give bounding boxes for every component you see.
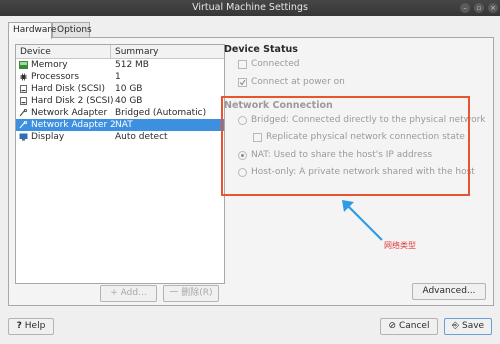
- device-name: Memory: [31, 60, 68, 70]
- device-summary: 512 MB: [115, 60, 149, 70]
- processor-icon: [20, 73, 27, 81]
- display-icon: [19, 133, 28, 141]
- window-title: Virtual Machine Settings: [192, 2, 308, 13]
- memory-icon: [19, 61, 28, 69]
- device-summary: Bridged (Automatic): [115, 108, 207, 118]
- add-device-button[interactable]: + Add...: [100, 285, 157, 302]
- save-label: Save: [461, 321, 485, 331]
- check-icon: [239, 79, 246, 86]
- column-device[interactable]: Device: [20, 47, 51, 57]
- device-name: Processors: [31, 72, 80, 82]
- device-row-network-adapter-2[interactable]: Network Adapter 2 NAT: [16, 119, 224, 131]
- annotation-text: 网络类型: [384, 241, 416, 250]
- remove-device-button[interactable]: 一 删除(R): [163, 285, 219, 302]
- title-bar: Virtual Machine Settings – ▫ ×: [0, 0, 500, 16]
- maximize-icon[interactable]: ▫: [474, 3, 484, 13]
- connect-at-power-on-checkbox[interactable]: [238, 78, 247, 87]
- cancel-icon: ⊘: [388, 321, 397, 331]
- device-name: Network Adapter 2: [31, 120, 116, 130]
- advanced-button[interactable]: Advanced...: [412, 283, 486, 300]
- help-label: Help: [24, 321, 46, 331]
- hard-disk-icon: [20, 97, 27, 105]
- save-button[interactable]: ⎆ Save: [444, 318, 492, 335]
- device-list[interactable]: Device Summary Memory 512 MB Processors …: [15, 44, 225, 284]
- help-icon: ?: [16, 321, 22, 331]
- tab-hardware[interactable]: Hardware: [8, 22, 56, 39]
- close-icon[interactable]: ×: [488, 3, 498, 13]
- save-icon: ⎆: [451, 321, 460, 331]
- minimize-icon[interactable]: –: [460, 3, 470, 13]
- tab-options-label: Options: [57, 25, 92, 35]
- column-divider: [110, 45, 111, 59]
- column-summary[interactable]: Summary: [115, 47, 159, 57]
- device-row-network-adapter[interactable]: Network Adapter Bridged (Automatic): [16, 107, 224, 119]
- cancel-label: Cancel: [398, 321, 430, 331]
- add-device-label: + Add...: [110, 288, 147, 298]
- device-summary: 10 GB: [115, 84, 143, 94]
- device-status-title: Device Status: [224, 44, 298, 55]
- help-button[interactable]: ? Help: [8, 318, 54, 335]
- advanced-label: Advanced...: [422, 286, 476, 296]
- network-adapter-icon: [19, 109, 28, 117]
- tab-options[interactable]: Options: [52, 22, 92, 38]
- device-name: Display: [31, 132, 65, 142]
- device-row-memory[interactable]: Memory 512 MB: [16, 59, 224, 71]
- device-summary: 40 GB: [115, 96, 143, 106]
- cancel-button[interactable]: ⊘ Cancel: [380, 318, 438, 335]
- device-row-processors[interactable]: Processors 1: [16, 71, 224, 83]
- device-name: Network Adapter: [31, 108, 108, 118]
- device-row-hard-disk-2[interactable]: Hard Disk 2 (SCSI) 40 GB: [16, 95, 224, 107]
- remove-device-label: 一 删除(R): [169, 288, 213, 298]
- highlight-frame: [221, 96, 470, 196]
- connected-label: Connected: [251, 59, 300, 69]
- device-list-header: Device Summary: [16, 45, 224, 59]
- device-summary: 1: [115, 72, 121, 82]
- device-row-display[interactable]: Display Auto detect: [16, 131, 224, 143]
- annotation-arrow-icon: [342, 200, 383, 241]
- connected-checkbox[interactable]: [238, 60, 247, 69]
- device-summary: Auto detect: [115, 132, 168, 142]
- device-row-hard-disk[interactable]: Hard Disk (SCSI) 10 GB: [16, 83, 224, 95]
- device-summary: NAT: [115, 120, 133, 130]
- device-name: Hard Disk (SCSI): [31, 84, 105, 94]
- tab-hardware-label: Hardware: [13, 25, 57, 35]
- connect-at-power-on-label: Connect at power on: [251, 77, 345, 87]
- network-adapter-icon: [19, 121, 28, 129]
- hard-disk-icon: [20, 85, 27, 93]
- device-name: Hard Disk 2 (SCSI): [31, 96, 114, 106]
